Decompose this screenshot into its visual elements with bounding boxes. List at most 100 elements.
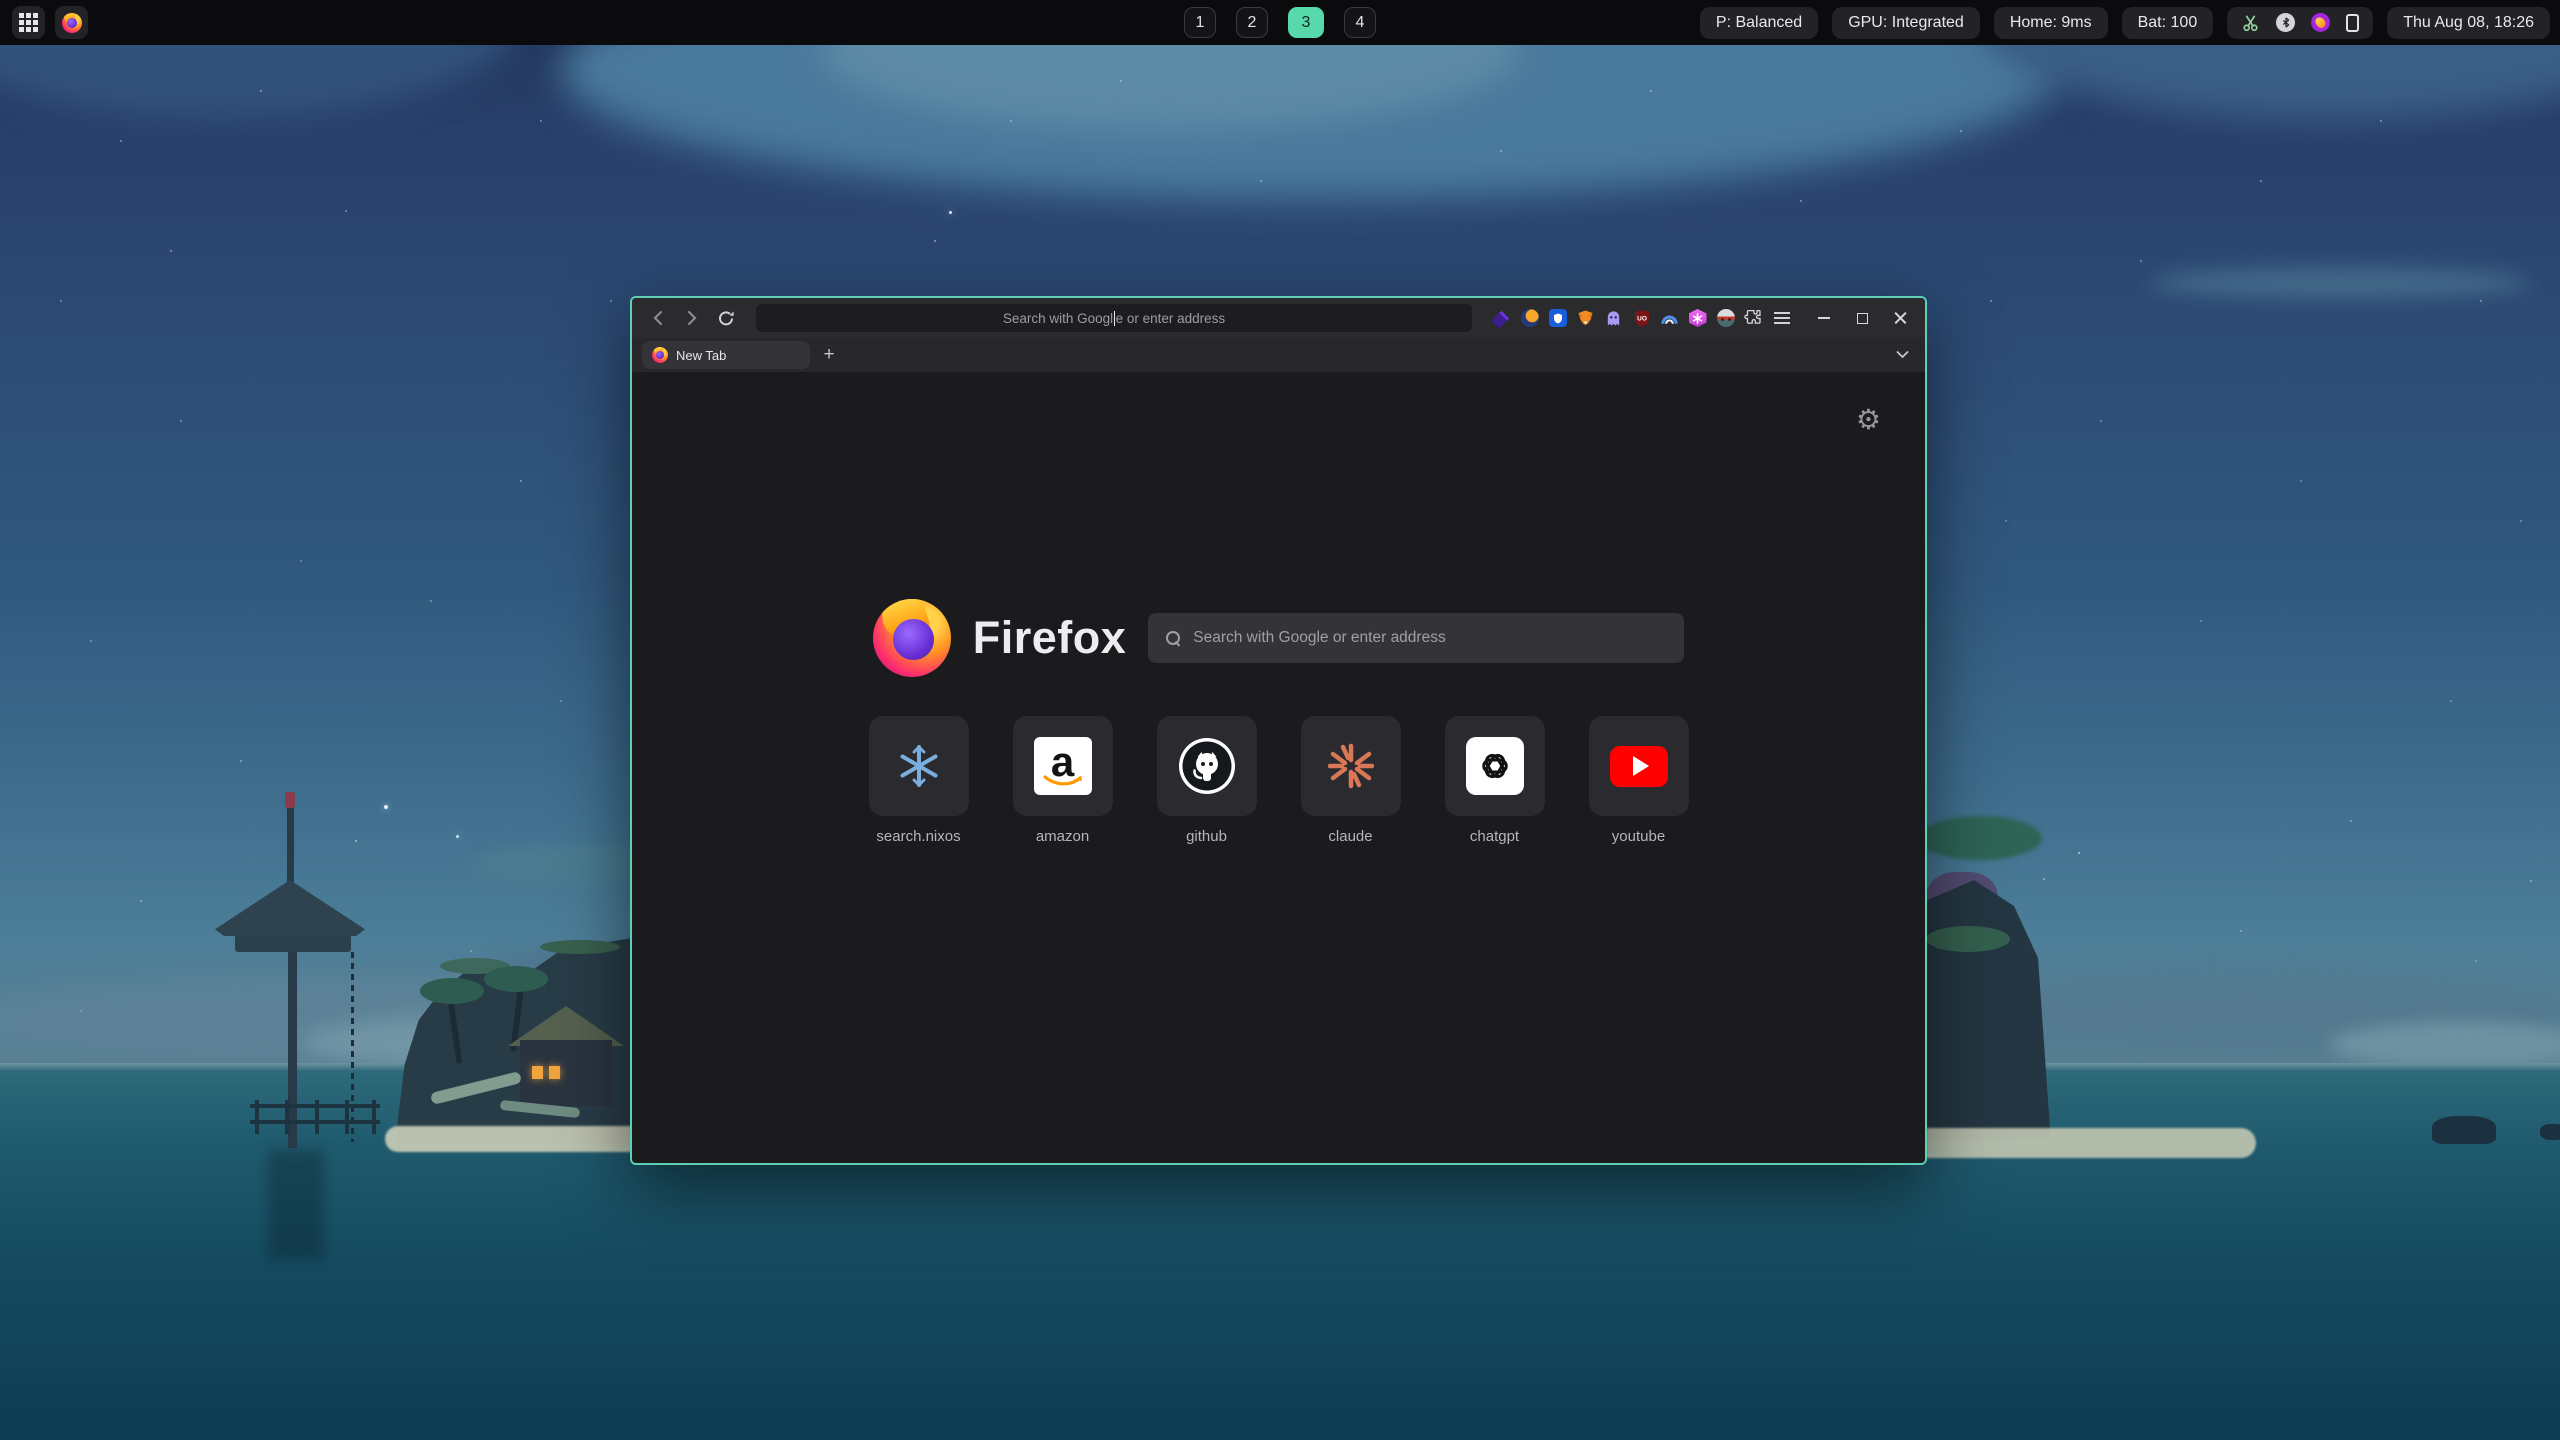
- menu-button[interactable]: [1772, 309, 1791, 328]
- star: [2380, 120, 2382, 122]
- back-button[interactable]: [644, 304, 672, 332]
- star: [180, 420, 182, 422]
- firefox-launcher-button[interactable]: [55, 6, 88, 39]
- islet: [2432, 1116, 2496, 1144]
- extension-ublock-button[interactable]: UO: [1632, 309, 1651, 328]
- extension-bitwarden-button[interactable]: [1548, 309, 1567, 328]
- gpu-pill[interactable]: GPU: Integrated: [1832, 7, 1980, 39]
- extension-vpn-button[interactable]: [1660, 309, 1679, 328]
- maximize-button[interactable]: [1849, 305, 1875, 331]
- star: [120, 140, 122, 142]
- shortcut-amazon[interactable]: a amazon: [1013, 716, 1113, 845]
- url-bar[interactable]: Search with Google or enter address: [756, 304, 1472, 332]
- star: [2475, 960, 2477, 962]
- ping-pill[interactable]: Home: 9ms: [1994, 7, 2108, 39]
- extension-purple-layers-button[interactable]: [1492, 309, 1511, 328]
- star: [2240, 930, 2242, 932]
- urlbar-placeholder: Search with Googl: [1003, 311, 1113, 326]
- watchtower-apex: [287, 806, 294, 886]
- star: [470, 950, 472, 952]
- blue-arc-icon: [1660, 310, 1679, 326]
- star: [1960, 130, 1962, 132]
- watchtower-ladder: [351, 952, 354, 1142]
- star: [240, 760, 242, 762]
- shortcut-label: search.nixos: [869, 828, 969, 845]
- app-launcher-button[interactable]: [12, 6, 45, 39]
- system-tray[interactable]: [2227, 7, 2373, 39]
- shortcut-tile: [1301, 716, 1401, 816]
- beach: [385, 1126, 632, 1152]
- extension-orange-moon-button[interactable]: [1520, 309, 1539, 328]
- github-octocat-icon: [1178, 737, 1236, 795]
- tab-title: New Tab: [676, 348, 726, 363]
- clock-pill[interactable]: Thu Aug 08, 18:26: [2387, 7, 2550, 39]
- system-topbar: 1 2 3 4 P: Balanced GPU: Integrated Home…: [0, 0, 2560, 45]
- minimize-button[interactable]: [1811, 305, 1837, 331]
- svg-text:UO: UO: [1637, 315, 1647, 322]
- extensions-puzzle-button[interactable]: [1744, 309, 1763, 328]
- puzzle-piece-icon: [1744, 308, 1763, 328]
- bitwarden-shield-icon: [1549, 309, 1567, 327]
- tab-new-tab[interactable]: New Tab: [642, 341, 810, 369]
- cliff-greenery: [1926, 926, 2010, 952]
- newtab-hero: Firefox Search with Google or enter addr…: [632, 599, 1925, 677]
- hex-asterisk-icon: [1689, 309, 1707, 327]
- shortcut-tile: [1589, 716, 1689, 816]
- star: [2140, 260, 2142, 262]
- personalize-gear-button[interactable]: ⚙: [1856, 406, 1881, 434]
- forward-button[interactable]: [678, 304, 706, 332]
- star: [1500, 150, 1502, 152]
- shortcut-label: github: [1157, 828, 1257, 845]
- star: [1120, 80, 1122, 82]
- chevron-down-icon: [1896, 351, 1909, 359]
- extension-ghostery-button[interactable]: [1604, 309, 1623, 328]
- nixos-snowflake-icon: [895, 742, 943, 790]
- desktop: 1 2 3 4 P: Balanced GPU: Integrated Home…: [0, 0, 2560, 1440]
- shortcut-search-nixos[interactable]: search.nixos: [869, 716, 969, 845]
- new-tab-button[interactable]: +: [816, 342, 842, 368]
- fence-post: [372, 1100, 376, 1134]
- extension-hex-asterisk-button[interactable]: [1688, 309, 1707, 328]
- star: [90, 640, 92, 642]
- maximize-icon: [1857, 313, 1868, 324]
- star: [2260, 180, 2262, 182]
- extension-avatar-button[interactable]: [1716, 309, 1735, 328]
- extension-metamask-button[interactable]: [1576, 309, 1595, 328]
- star: [2005, 520, 2007, 522]
- tower-reflection: [268, 1150, 324, 1260]
- shortcut-tile: [869, 716, 969, 816]
- search-icon: [1166, 631, 1181, 646]
- star: [2350, 820, 2352, 822]
- star: [260, 90, 262, 92]
- star: [610, 300, 612, 302]
- watchtower-pole: [288, 936, 297, 1148]
- battery-pill[interactable]: Bat: 100: [2122, 7, 2214, 39]
- youtube-icon: [1610, 746, 1668, 787]
- reload-button[interactable]: [712, 304, 740, 332]
- star: [949, 211, 952, 214]
- shortcut-github[interactable]: github: [1157, 716, 1257, 845]
- close-button[interactable]: [1887, 305, 1913, 331]
- firefox-favicon: [652, 347, 668, 363]
- star: [1800, 200, 1802, 202]
- shortcut-youtube[interactable]: youtube: [1589, 716, 1689, 845]
- star: [430, 600, 432, 602]
- newtab-search-input[interactable]: Search with Google or enter address: [1148, 613, 1684, 663]
- tab-list-button[interactable]: [1889, 342, 1915, 368]
- urlbar-placeholder: e or enter address: [1116, 311, 1226, 326]
- ghost-icon: [1605, 309, 1622, 327]
- star: [456, 835, 459, 838]
- workspace-button-1[interactable]: 1: [1184, 7, 1216, 38]
- workspace-button-4[interactable]: 4: [1344, 7, 1376, 38]
- shortcut-claude[interactable]: claude: [1301, 716, 1401, 845]
- workspace-button-2[interactable]: 2: [1236, 7, 1268, 38]
- browser-toolbar: Search with Google or enter address: [632, 298, 1925, 338]
- firefox-window: Search with Google or enter address: [630, 296, 1927, 1165]
- power-profile-pill[interactable]: P: Balanced: [1700, 7, 1818, 39]
- workspace-button-3-active[interactable]: 3: [1288, 7, 1324, 38]
- star: [1010, 120, 1012, 122]
- shortcut-chatgpt[interactable]: chatgpt: [1445, 716, 1545, 845]
- fence-post: [255, 1100, 259, 1134]
- star: [520, 480, 522, 482]
- shortcut-label: youtube: [1589, 828, 1689, 845]
